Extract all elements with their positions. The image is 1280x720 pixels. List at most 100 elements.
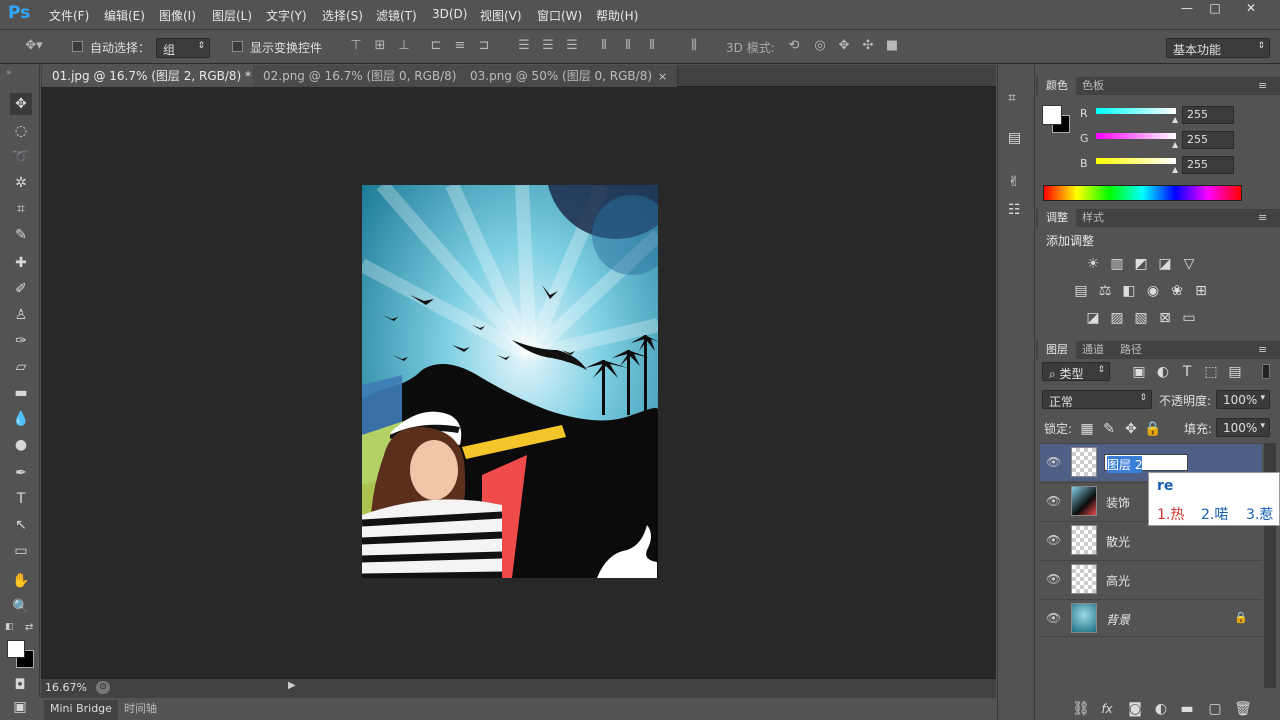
clone-stamp-tool-icon[interactable]: ♙ [10,304,32,326]
brightness-adjustment-icon[interactable]: ☀ [1084,256,1102,272]
blur-tool-icon[interactable]: 💧 [10,408,32,430]
layer-row-background[interactable]: 👁 背景 🔒 [1040,599,1262,637]
slider-thumb-icon[interactable]: ▲ [1172,115,1178,124]
gradient-tool-icon[interactable]: ▬ [10,382,32,404]
dodge-tool-icon[interactable]: ● [10,434,32,456]
visibility-eye-icon[interactable]: 👁 [1046,572,1061,586]
channel-b-slider[interactable] [1096,158,1176,164]
tab-mini-bridge[interactable]: Mini Bridge [44,700,118,720]
align-right-icon[interactable]: ⊐ [476,38,492,54]
lock-transparent-icon[interactable]: ▦ [1078,421,1096,437]
minimize-icon[interactable]: — [1172,0,1202,18]
channel-r-slider[interactable] [1096,108,1176,114]
brush-presets-panel-icon[interactable]: ✌ [1008,174,1020,190]
history-brush-tool-icon[interactable]: ✑ [10,330,32,352]
layer-row-scatter-light[interactable]: 👁 散光 [1040,521,1262,559]
filter-toggle[interactable] [1262,364,1270,379]
tab-03-png[interactable]: 03.png @ 50% (图层 0, RGB/8) × [460,65,679,87]
distribute-top-icon[interactable]: ☰ [516,38,532,54]
auto-align-icon[interactable]: ⫼ [686,38,702,54]
distribute-bottom-icon[interactable]: ☰ [564,38,580,54]
tab-styles[interactable]: 样式 [1074,209,1112,227]
channel-mixer-adjustment-icon[interactable]: ❀ [1168,283,1186,299]
channel-b-value[interactable]: 255 [1182,156,1234,174]
lock-position-icon[interactable]: ✥ [1122,421,1140,437]
tab-channels[interactable]: 通道 [1074,341,1112,359]
menu-window[interactable]: 窗口(W) [537,7,582,24]
distribute-hcenter-icon[interactable]: ⫴ [620,38,636,54]
close-icon[interactable]: ✕ [1236,0,1266,18]
align-hcenter-icon[interactable]: ≡ [452,38,468,54]
fg-color-chip[interactable] [1042,105,1062,125]
new-layer-icon[interactable]: ▢ [1206,701,1224,717]
workspace-dropdown[interactable]: 基本功能 ⇕ [1166,38,1270,58]
3d-scale-icon[interactable]: ■ [884,38,900,54]
channel-g-value[interactable]: 255 [1182,131,1234,149]
collapse-toolbar-icon[interactable]: » [6,68,12,78]
lock-all-icon[interactable]: 🔒 [1144,421,1162,437]
color-spectrum-ramp[interactable] [1043,185,1242,201]
menu-help[interactable]: 帮助(H) [596,7,638,24]
auto-select-checkbox[interactable] [72,41,83,52]
3d-roll-icon[interactable]: ◎ [812,38,828,54]
3d-slide-icon[interactable]: ✣ [860,38,876,54]
menu-image[interactable]: 图像(I) [159,7,196,24]
distribute-vcenter-icon[interactable]: ☰ [540,38,556,54]
eraser-tool-icon[interactable]: ▱ [10,356,32,378]
path-selection-tool-icon[interactable]: ↖ [10,514,32,536]
blend-mode-dropdown[interactable]: 正常 ⇕ [1042,390,1152,409]
menu-select[interactable]: 选择(S) [322,7,363,24]
tab-02-png[interactable]: 02.png @ 16.7% (图层 0, RGB/8)× [253,65,483,87]
quick-mask-icon[interactable]: ◘ [9,674,31,696]
gradient-map-adjustment-icon[interactable]: ▭ [1180,310,1198,326]
menu-edit[interactable]: 编辑(E) [104,7,145,24]
color-balance-adjustment-icon[interactable]: ⚖ [1096,283,1114,299]
delete-layer-icon[interactable]: 🗑 [1234,701,1252,717]
opacity-input[interactable]: 100% ▾ [1216,390,1270,409]
show-transform-checkbox[interactable] [232,41,243,52]
visibility-eye-icon[interactable]: 👁 [1046,533,1061,547]
vibrance-adjustment-icon[interactable]: ▽ [1180,256,1198,272]
filter-type-icon[interactable]: T [1178,364,1196,380]
filter-shape-icon[interactable]: ⬚ [1202,364,1220,380]
doc-info-icon[interactable]: ⊙ [96,681,110,694]
new-group-icon[interactable]: ▬ [1178,701,1196,717]
brush-tool-icon[interactable]: ✐ [10,278,32,300]
tab-timeline[interactable]: 时间轴 [118,700,163,720]
screen-mode-icon[interactable]: ▣ [9,696,31,718]
invert-adjustment-icon[interactable]: ◪ [1084,310,1102,326]
marquee-tool-icon[interactable]: ◌ [10,120,32,142]
distribute-right-icon[interactable]: ⫴ [644,38,660,54]
3d-drag-icon[interactable]: ✥ [836,38,852,54]
eyedropper-tool-icon[interactable]: ✎ [10,224,32,246]
hue-saturation-adjustment-icon[interactable]: ▤ [1072,283,1090,299]
lasso-tool-icon[interactable]: ➰ [10,146,32,168]
new-adjustment-layer-icon[interactable]: ◐ [1152,701,1170,717]
filter-smart-object-icon[interactable]: ▤ [1226,364,1244,380]
type-tool-icon[interactable]: T [10,488,32,510]
fill-input[interactable]: 100% ▾ [1216,418,1270,437]
swap-colors-icon[interactable]: ⇄ [25,622,33,633]
panel-menu-icon[interactable]: ≡ [1258,343,1267,356]
layer-row-highlight[interactable]: 👁 高光 [1040,560,1262,598]
hand-tool-icon[interactable]: ✋ [10,570,32,592]
default-colors-icon[interactable]: ◧ [5,622,14,632]
menu-3d[interactable]: 3D(D) [432,7,467,21]
slider-thumb-icon[interactable]: ▲ [1172,165,1178,174]
align-vcenter-icon[interactable]: ⊞ [372,38,388,54]
history-panel-icon[interactable]: ⌗ [1008,90,1016,106]
ime-candidate-2[interactable]: 2.喏 [1201,504,1228,524]
move-tool-icon[interactable]: ✥ [10,93,32,115]
layer-filter-dropdown[interactable]: ⌕ 类型 ⇕ [1042,362,1110,381]
filter-pixel-icon[interactable]: ▣ [1130,364,1148,380]
menu-view[interactable]: 视图(V) [480,7,522,24]
layer-name-input[interactable]: 图层 2 [1104,454,1188,473]
menu-type[interactable]: 文字(Y) [266,7,307,24]
distribute-left-icon[interactable]: ⫴ [596,38,612,54]
3d-rotate-icon[interactable]: ⟲ [786,38,802,54]
tab-color[interactable]: 颜色 [1038,77,1076,95]
exposure-adjustment-icon[interactable]: ◪ [1156,256,1174,272]
channel-r-value[interactable]: 255 [1182,106,1234,124]
crop-tool-icon[interactable]: ⌗ [10,198,32,220]
magic-wand-tool-icon[interactable]: ✲ [10,172,32,194]
